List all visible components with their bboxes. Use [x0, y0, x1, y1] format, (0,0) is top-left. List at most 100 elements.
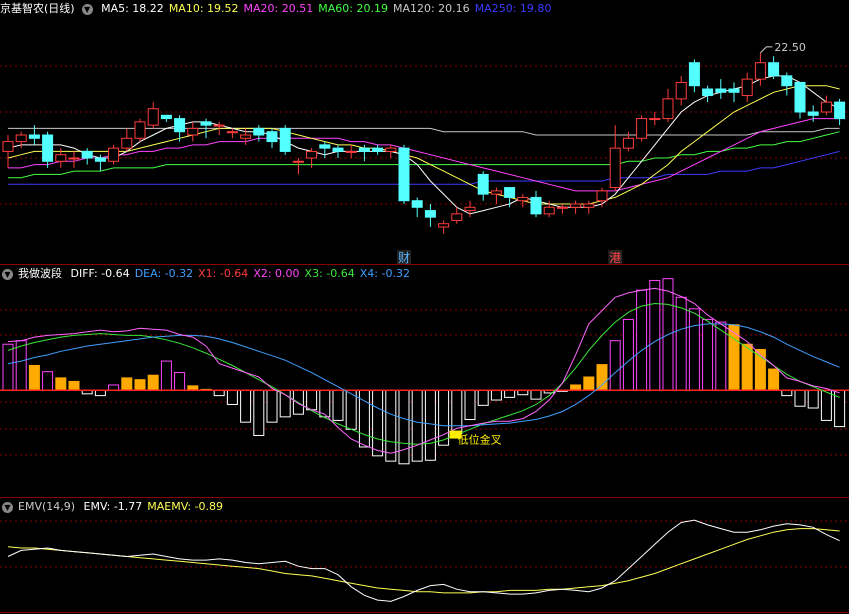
candle-body [688, 62, 700, 87]
histogram-bar [464, 389, 476, 421]
candle-body [570, 203, 582, 208]
ma-line-ma120 [8, 127, 840, 136]
histogram-bar [134, 379, 146, 391]
histogram-bar [94, 389, 106, 397]
candle-body [834, 101, 846, 120]
golden-cross-label: 低位金叉 [458, 433, 502, 447]
candle-body [702, 88, 714, 97]
histogram-bar [15, 340, 27, 391]
main-legend-bar: 京基智农(日线) ▼ MA5: 18.22 MA10: 19.52 MA20: 20.… [0, 1, 556, 17]
histogram-bar [28, 364, 40, 391]
candle-body [715, 88, 727, 93]
candle-body [68, 157, 80, 160]
candle-body [517, 196, 529, 202]
chart-canvas: 22.50 财 港 低位金叉 [0, 41, 849, 602]
collapse-toggle-icon[interactable]: ▼ [2, 501, 13, 513]
dea-line [7, 323, 840, 427]
legend-item: X1: -0.64 [198, 267, 249, 280]
histogram-bar [609, 340, 621, 391]
candle-body [240, 134, 252, 139]
histogram-bar [332, 389, 344, 421]
collapse-toggle-icon[interactable]: ▼ [81, 3, 93, 15]
legend-item: X4: -0.32 [359, 267, 410, 280]
bottom-border [0, 612, 849, 613]
histogram-bar [504, 389, 516, 398]
histogram-bar [160, 360, 172, 391]
ma-line-ma5 [7, 75, 840, 215]
candle-body [649, 118, 661, 121]
emv-indicator-panel [0, 519, 849, 602]
histogram-bar [649, 279, 661, 391]
histogram-bar [438, 389, 450, 446]
candle-body [781, 75, 793, 87]
candle-body [147, 108, 159, 126]
candle-body [94, 157, 106, 162]
histogram-bar [596, 364, 608, 391]
candle-body [464, 206, 476, 212]
histogram-bar [121, 377, 133, 391]
histogram-bar [147, 374, 159, 391]
histogram-bar [702, 318, 714, 391]
histogram-bar [226, 389, 238, 405]
histogram-bar [490, 389, 502, 401]
histogram-bar [754, 349, 766, 391]
candle-body [451, 213, 463, 221]
histogram-bar [68, 380, 80, 391]
histogram-bar [477, 389, 489, 406]
candle-body [15, 134, 27, 143]
candle-body [306, 150, 318, 159]
candle-body [543, 206, 555, 215]
candle-body [279, 127, 291, 152]
ma-line-ma20 [8, 118, 840, 192]
legend-item: MAEMV: -0.89 [147, 500, 224, 513]
histogram-bar [253, 389, 265, 436]
histogram-bar [174, 372, 186, 391]
panel-divider-2 [0, 497, 849, 498]
candle-body [636, 118, 648, 139]
diff-line [7, 287, 840, 454]
candle-body [504, 187, 516, 198]
event-marker-label: 港 [609, 251, 621, 265]
candle-body [108, 147, 120, 162]
legend-item: MA60: 20.19 [318, 2, 388, 15]
candle-body [768, 62, 780, 77]
candle-body [292, 160, 304, 163]
histogram-bar [781, 389, 793, 397]
candle-body [266, 131, 278, 143]
collapse-toggle-icon[interactable]: ▼ [2, 268, 13, 280]
legend-item: DEA: -0.32 [134, 267, 194, 280]
histogram-bar [424, 389, 436, 461]
candle-body [728, 88, 740, 93]
histogram-bar [372, 389, 384, 457]
candle-body [424, 210, 436, 218]
candle-body [438, 223, 450, 228]
candle-body [675, 81, 687, 100]
histogram-bar [675, 296, 687, 391]
candle-body [160, 114, 172, 120]
legend-item: MA250: 19.80 [474, 2, 552, 15]
candle-body [530, 196, 542, 215]
candle-body [81, 150, 93, 159]
histogram-bar [768, 368, 780, 391]
main-price-panel: 22.50 财 港 [0, 41, 849, 265]
candle-body [609, 147, 621, 189]
candle-body [55, 154, 67, 162]
candle-body [332, 147, 344, 152]
histogram-bar [794, 389, 806, 407]
histogram-bar [266, 389, 278, 423]
legend-item: X2: 0.00 [253, 267, 300, 280]
maemv-line [7, 528, 840, 594]
candle-body [134, 121, 146, 139]
candle-body [398, 147, 410, 202]
indicator-name: 我做波段 [18, 267, 62, 280]
candle-body [490, 190, 502, 195]
indicator-name: EMV(14,9) [18, 500, 76, 513]
candle-body [596, 190, 608, 202]
candle-body [319, 144, 331, 149]
candle-body [358, 147, 370, 152]
histogram-bar [688, 308, 700, 391]
candle-body [213, 124, 225, 127]
chart-title: 京基智农(日线) [0, 2, 75, 15]
candle-body [174, 118, 186, 133]
candle-body [622, 137, 634, 149]
